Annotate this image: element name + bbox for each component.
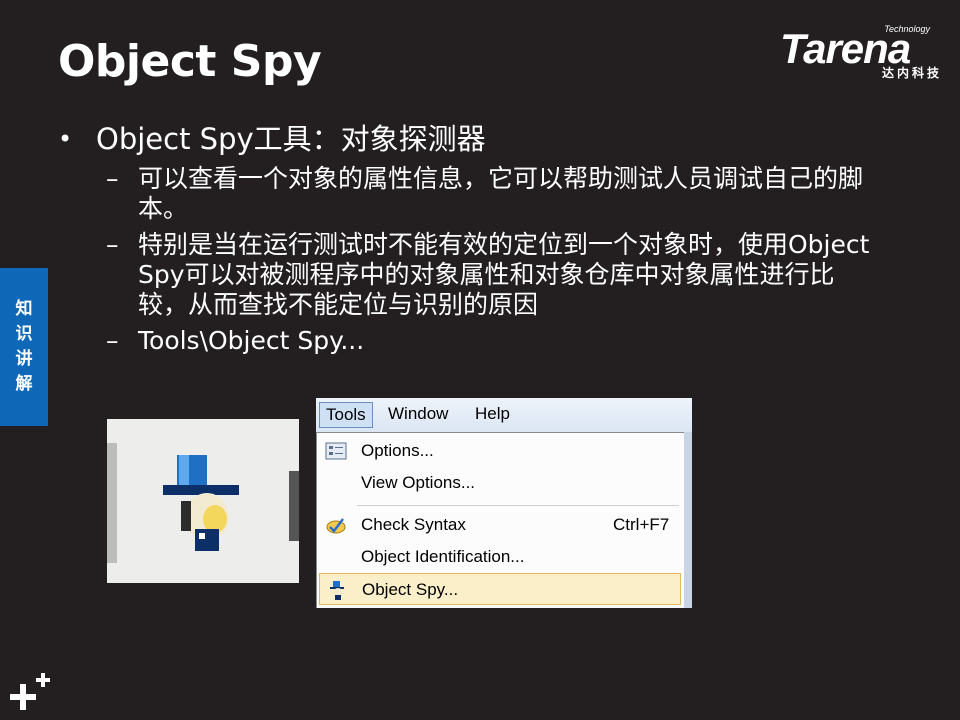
menu-item-label: Object Spy... — [362, 580, 459, 599]
menu-item-object-identification[interactable]: Object Identification... — [319, 541, 681, 573]
sub-bullet-dash: – — [106, 326, 119, 355]
sub-bullet-item: – Tools\Object Spy... — [58, 326, 878, 356]
menu-separator — [357, 505, 679, 506]
object-spy-icon — [330, 581, 344, 600]
menu-item-label: Options... — [361, 441, 434, 460]
slide-title: Object Spy — [58, 36, 322, 87]
menu-item-check-syntax[interactable]: Check Syntax Ctrl+F7 — [319, 509, 681, 541]
menu-bar: Tools Window Help — [316, 398, 692, 432]
menu-item-label: View Options... — [361, 473, 476, 492]
menu-window[interactable]: Window — [388, 404, 448, 424]
side-tab-char: 识 — [15, 324, 33, 344]
object-spy-large-icon — [163, 455, 239, 551]
window-edge — [684, 432, 692, 608]
bullet-dot: • — [58, 125, 73, 153]
menu-item-label: Object Identification... — [361, 547, 525, 566]
menu-item-object-spy[interactable]: Object Spy... — [319, 573, 681, 605]
menu-help[interactable]: Help — [475, 404, 510, 424]
sub-bullet-text: Tools\Object Spy... — [138, 326, 365, 355]
side-tab-char: 讲 — [15, 349, 33, 369]
side-tab-char: 解 — [15, 374, 33, 394]
logo-chinese-name: 达内科技 — [881, 66, 942, 80]
menu-tools[interactable]: Tools — [319, 402, 373, 428]
tools-menu-screenshot: Tools Window Help Options... View Option… — [316, 398, 692, 608]
menu-item-view-options[interactable]: View Options... — [319, 467, 681, 499]
check-syntax-icon — [326, 518, 346, 534]
bullet-item: • Object Spy工具：对象探测器 — [58, 120, 878, 158]
options-icon — [325, 442, 347, 460]
sub-bullet-text: 特别是当在运行测试时不能有效的定位到一个对象时，使用Object Spy可以对被… — [138, 230, 870, 319]
sub-bullet-item: – 特别是当在运行测试时不能有效的定位到一个对象时，使用Object Spy可以… — [58, 230, 878, 320]
menu-item-label: Check Syntax — [361, 515, 466, 534]
side-tab-char: 知 — [15, 299, 33, 319]
sub-bullet-item: – 可以查看一个对象的属性信息，它可以帮助测试人员调试自己的脚本。 — [58, 164, 878, 224]
tarena-logo: Technology Tarena 达内科技 — [780, 24, 946, 84]
bullet-list: • Object Spy工具：对象探测器 – 可以查看一个对象的属性信息，它可以… — [58, 120, 878, 356]
tools-dropdown: Options... View Options... Check Syntax … — [316, 432, 686, 608]
bullet-text: Object Spy工具：对象探测器 — [96, 122, 486, 156]
menu-item-options[interactable]: Options... — [319, 435, 681, 467]
section-side-tab: 知 识 讲 解 — [0, 268, 48, 426]
sub-bullet-text: 可以查看一个对象的属性信息，它可以帮助测试人员调试自己的脚本。 — [138, 164, 864, 223]
sub-bullet-dash: – — [106, 230, 119, 259]
menu-item-shortcut: Ctrl+F7 — [613, 515, 670, 534]
plus-logo-icon — [10, 673, 50, 710]
sub-bullet-dash: – — [106, 164, 119, 193]
object-spy-button-zoom — [107, 419, 299, 583]
